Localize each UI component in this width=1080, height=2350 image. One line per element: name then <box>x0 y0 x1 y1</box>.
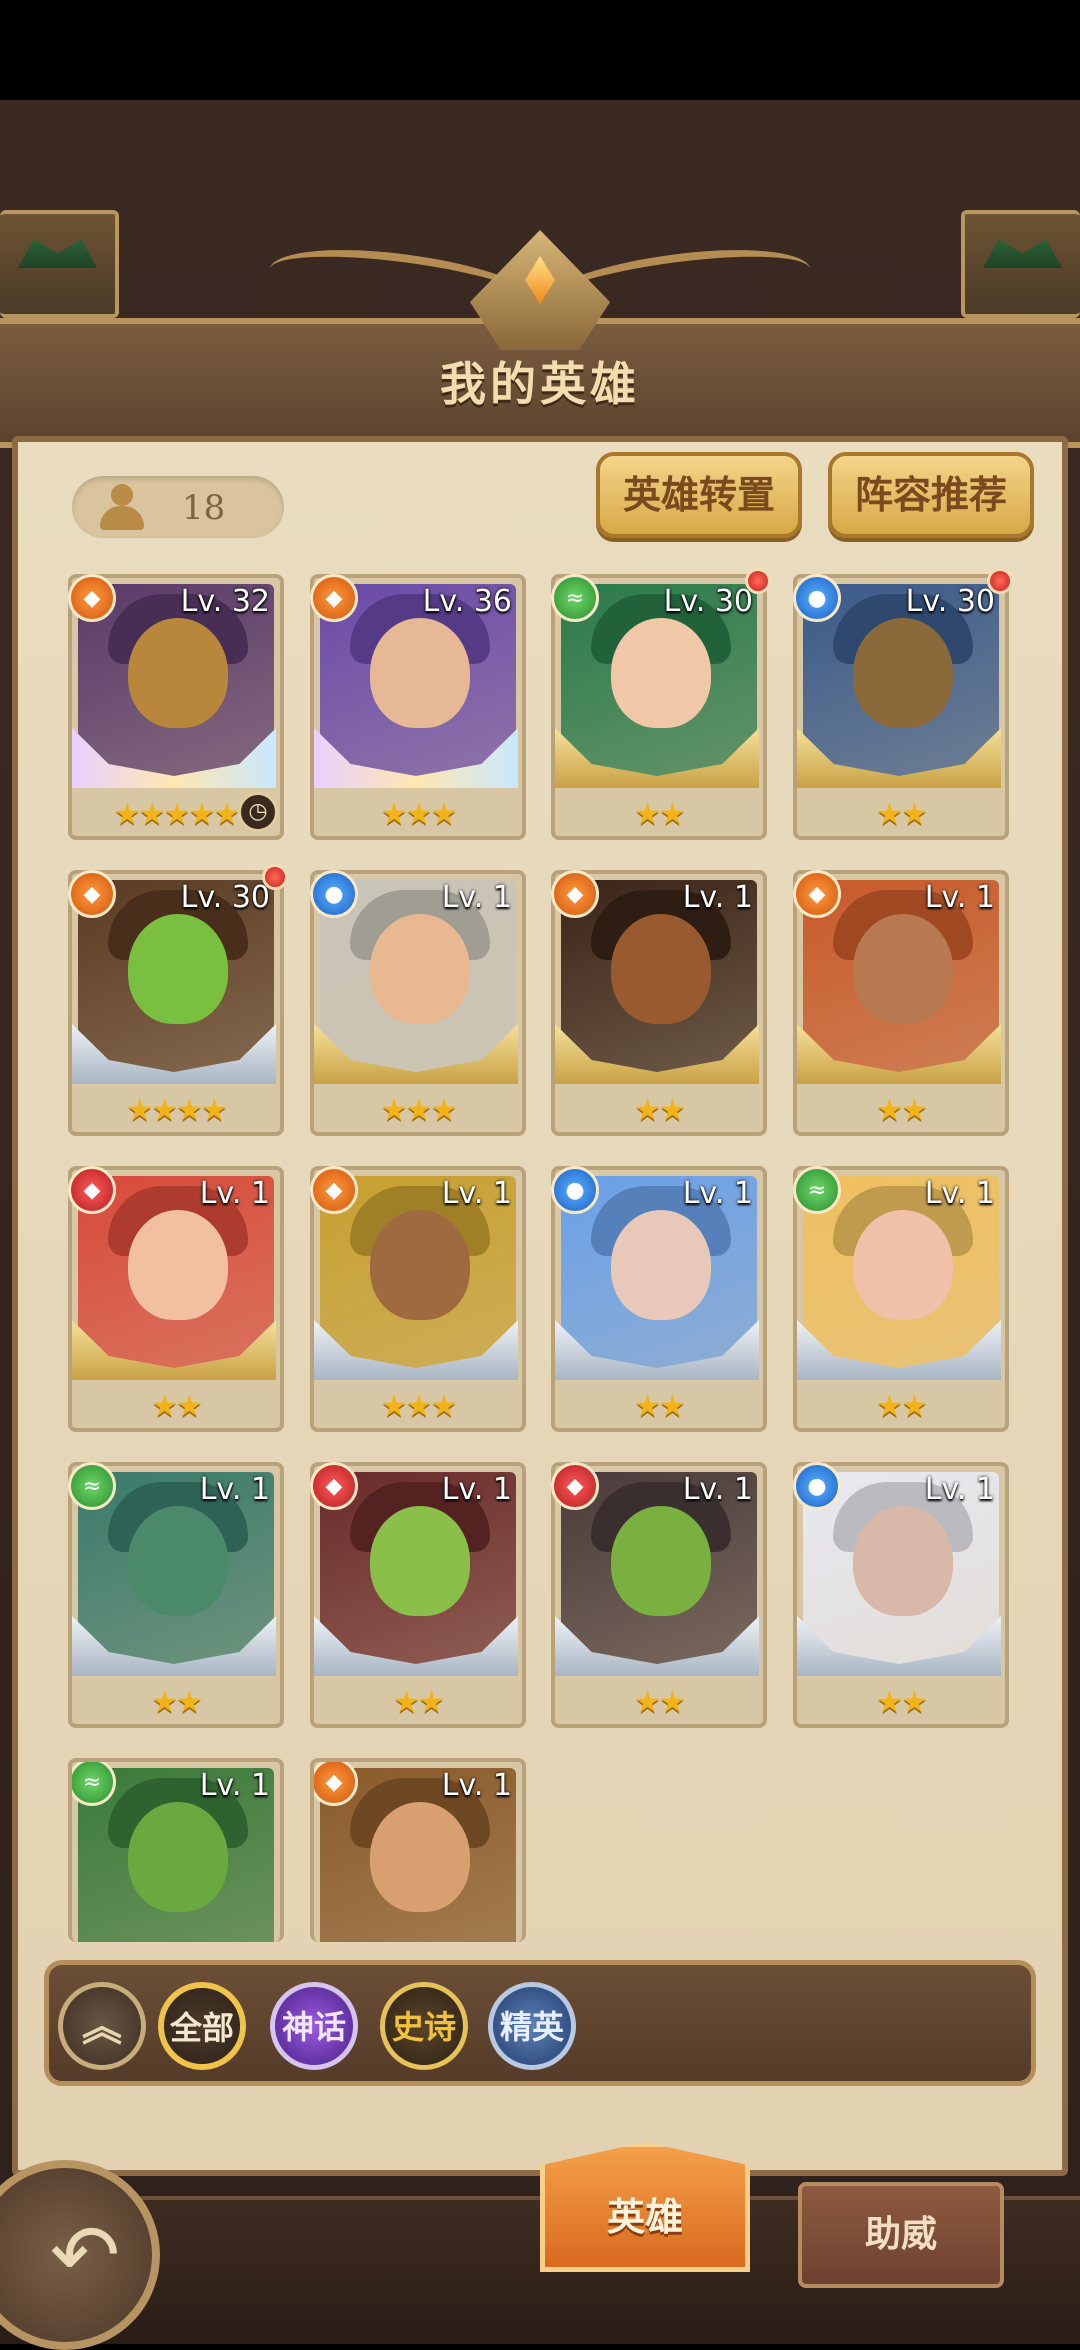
hero-card[interactable]: Lv. 1 ◆ <box>310 1758 526 1942</box>
hero-count-badge: 18 <box>72 476 284 538</box>
hero-stars: ★★★ <box>380 1093 458 1128</box>
hero-card[interactable]: Lv. 1 ★★ ◆ <box>793 870 1009 1136</box>
nature-element-icon: ≈ <box>551 574 599 622</box>
hero-stars: ★★★★ <box>126 1093 228 1128</box>
hero-stars: ★★ <box>634 1093 686 1128</box>
flame-element-icon: ◆ <box>310 1462 358 1510</box>
hero-card[interactable]: Lv. 1 ≈ <box>68 1758 284 1942</box>
hero-level: Lv. 1 <box>682 1472 753 1507</box>
water-element-icon: ● <box>310 870 358 918</box>
fire-element-icon: ◆ <box>551 870 599 918</box>
hero-card[interactable]: Lv. 1 ★★ ◆ <box>551 1462 767 1728</box>
flame-element-icon: ◆ <box>551 1462 599 1510</box>
hero-level: Lv. 1 <box>924 1176 995 1211</box>
hero-level: Lv. 1 <box>199 1472 270 1507</box>
hero-level: Lv. 1 <box>199 1176 270 1211</box>
collapse-filter-button[interactable]: ︽ <box>58 1982 146 2070</box>
notification-dot-icon <box>745 568 771 594</box>
hero-level: Lv. 32 <box>180 584 270 619</box>
hero-card[interactable]: Lv. 30 ★★★★ ◆ <box>68 864 288 1136</box>
lineup-recommend-button[interactable]: 阵容推荐 <box>828 452 1034 538</box>
fire-element-icon: ◆ <box>793 870 841 918</box>
right-pillar-decoration <box>961 210 1080 318</box>
water-element-icon: ● <box>793 574 841 622</box>
hero-card[interactable]: Lv. 1 ★★ ◆ <box>551 870 767 1136</box>
hero-count: 18 <box>182 488 226 528</box>
water-element-icon: ● <box>793 1462 841 1510</box>
hero-card[interactable]: Lv. 1 ★★★ ◆ <box>310 1166 526 1432</box>
nature-element-icon: ≈ <box>72 1762 116 1806</box>
hero-level: Lv. 1 <box>682 1176 753 1211</box>
hero-stars: ★★ <box>876 1093 928 1128</box>
hero-level: Lv. 30 <box>663 584 753 619</box>
hero-level: Lv. 30 <box>905 584 995 619</box>
hero-stars: ★★ <box>876 1389 928 1424</box>
status-area <box>0 0 1080 100</box>
hero-card[interactable]: Lv. 1 ★★★ ● <box>310 870 526 1136</box>
hero-card[interactable]: Lv. 30 ★★ ● <box>793 568 1013 840</box>
filter-all-button[interactable]: 全部 <box>158 1982 246 2070</box>
hero-level: Lv. 1 <box>441 1472 512 1507</box>
hero-stars: ★★ <box>393 1685 445 1720</box>
hero-card[interactable]: Lv. 1 ★★ ◆ <box>68 1166 284 1432</box>
back-arrow-icon: ↶ <box>49 2206 121 2304</box>
hero-convert-button[interactable]: 英雄转置 <box>596 452 802 538</box>
hero-card[interactable]: Lv. 1 ★★ ≈ <box>793 1166 1009 1432</box>
tab-heroes[interactable]: 英雄 <box>540 2142 750 2272</box>
hero-card[interactable]: Lv. 30 ★★ ≈ <box>551 568 771 840</box>
nature-element-icon: ≈ <box>68 1462 116 1510</box>
hero-stars: ★★ <box>634 797 686 832</box>
hero-card[interactable]: Lv. 1 ★★ ● <box>793 1462 1009 1728</box>
hero-level: Lv. 1 <box>441 880 512 915</box>
fire-element-icon: ◆ <box>310 574 358 622</box>
left-pillar-decoration <box>0 210 119 318</box>
notification-dot-icon <box>987 568 1013 594</box>
person-icon <box>100 484 144 530</box>
hero-card[interactable]: Lv. 32 ★★★★★ ◆ ◷ <box>68 574 284 840</box>
hero-stars: ★★ <box>876 797 928 832</box>
fire-element-icon: ◆ <box>314 1762 358 1806</box>
hero-stars: ★★ <box>151 1685 203 1720</box>
fire-element-icon: ◆ <box>68 870 116 918</box>
hero-stars: ★★★ <box>380 1389 458 1424</box>
hero-level: Lv. 1 <box>199 1768 270 1803</box>
hero-stars: ★★ <box>151 1389 203 1424</box>
flame-element-icon: ◆ <box>68 1166 116 1214</box>
filter-myth-button[interactable]: 神话 <box>270 1982 358 2070</box>
hero-card[interactable]: Lv. 1 ★★ ◆ <box>310 1462 526 1728</box>
hero-card[interactable]: Lv. 36 ★★★ ◆ <box>310 574 526 840</box>
hero-level: Lv. 1 <box>924 1472 995 1507</box>
notification-dot-icon <box>262 864 288 890</box>
fire-element-icon: ◆ <box>310 1166 358 1214</box>
page-title: 我的英雄 <box>440 357 640 411</box>
water-element-icon: ● <box>551 1166 599 1214</box>
hero-stars: ★★ <box>634 1685 686 1720</box>
hero-card[interactable]: Lv. 1 ★★ ≈ <box>68 1462 284 1728</box>
hero-level: Lv. 1 <box>682 880 753 915</box>
hero-stars: ★★★ <box>380 797 458 832</box>
hero-stars: ★★ <box>634 1389 686 1424</box>
hero-card[interactable]: Lv. 1 ★★ ● <box>551 1166 767 1432</box>
filter-elite-button[interactable]: 精英 <box>488 1982 576 2070</box>
hero-level: Lv. 30 <box>180 880 270 915</box>
hero-level: Lv. 1 <box>441 1176 512 1211</box>
filter-epic-button[interactable]: 史诗 <box>380 1982 468 2070</box>
nature-element-icon: ≈ <box>793 1166 841 1214</box>
hero-level: Lv. 1 <box>441 1768 512 1803</box>
hero-level: Lv. 1 <box>924 880 995 915</box>
fire-element-icon: ◆ <box>68 574 116 622</box>
clock-icon: ◷ <box>238 792 278 832</box>
hero-stars: ★★ <box>876 1685 928 1720</box>
tab-support[interactable]: 助威 <box>798 2182 1004 2288</box>
hero-level: Lv. 36 <box>422 584 512 619</box>
